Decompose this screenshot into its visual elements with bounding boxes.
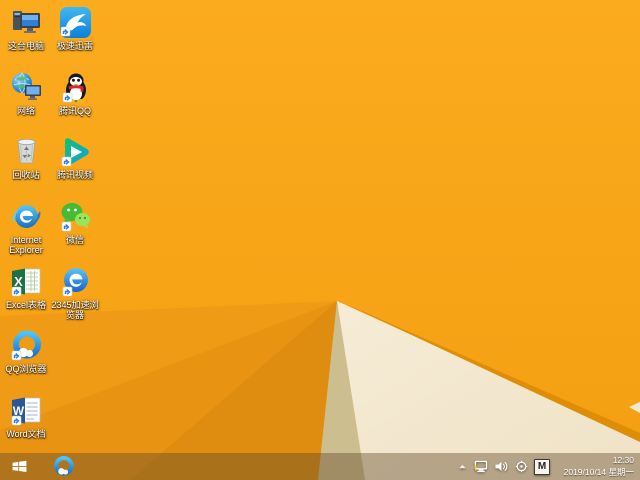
word-icon: W: [10, 394, 43, 427]
desktop-icon-area: 这台电脑 极速迅雷 网络 腾讯QQ 回收站 腾讯视频 Internet Expl…: [0, 0, 640, 453]
qq-browser-taskbar-icon: [53, 456, 74, 476]
tray-network-icon[interactable]: [473, 460, 488, 473]
crosshair-icon: [515, 460, 528, 473]
icon-label: 回收站: [12, 170, 40, 180]
this-pc-icon: [10, 6, 43, 39]
excel-icon: X: [10, 265, 43, 298]
show-hidden-icons-button[interactable]: [458, 463, 467, 470]
recycle-bin-icon: [10, 135, 43, 168]
desktop-icon-recycle-bin[interactable]: 回收站: [2, 135, 50, 197]
tray-crosshair-app-icon[interactable]: [515, 460, 528, 473]
desktop-icon-xunlei-speed[interactable]: 极速迅雷: [51, 6, 99, 68]
chevron-up-icon: [459, 464, 466, 469]
ime-letter: M: [537, 461, 547, 472]
icon-label: 这台电脑: [7, 41, 44, 51]
taskbar-pinned-qq-browser[interactable]: [48, 453, 78, 480]
taskbar: M 12:30 2019/10/14 星期一: [0, 453, 640, 480]
icon-label: 极速迅雷: [56, 41, 93, 51]
desktop-icon-tencent-qq[interactable]: 腾讯QQ: [51, 71, 99, 133]
start-button[interactable]: [0, 453, 38, 480]
icon-label: Word文档: [6, 429, 46, 439]
network-icon: [10, 71, 43, 104]
desktop-icon-this-pc[interactable]: 这台电脑: [2, 6, 50, 68]
system-tray: M 12:30 2019/10/14 星期一: [458, 453, 638, 480]
clock-date: 2019/10/14 星期一: [563, 466, 634, 477]
icon-label: Internet Explorer: [9, 235, 43, 256]
tencent-video-icon: [59, 135, 92, 168]
windows-logo-icon: [12, 460, 26, 473]
speaker-icon: [495, 461, 508, 472]
icon-label: 2345加速浏览器: [51, 300, 99, 321]
icon-label: 腾讯视频: [56, 170, 93, 180]
qq-browser-icon: [10, 329, 43, 362]
desktop-icon-network[interactable]: 网络: [2, 71, 50, 133]
icon-label: 腾讯QQ: [58, 106, 91, 116]
desktop-icon-internet-explorer[interactable]: Internet Explorer: [2, 200, 50, 262]
xunlei-icon: [59, 6, 92, 39]
internet-explorer-icon: [10, 200, 43, 233]
icon-label: Excel表格: [5, 300, 46, 310]
ime-indicator[interactable]: M: [534, 458, 550, 475]
icon-label: 微信: [65, 235, 84, 245]
icon-label: 网络: [16, 106, 35, 116]
icon-label: QQ浏览器: [5, 364, 47, 374]
taskbar-clock[interactable]: 12:30 2019/10/14 星期一: [556, 455, 638, 477]
desktop-icon-tencent-video[interactable]: 腾讯视频: [51, 135, 99, 197]
clock-time: 12:30: [612, 455, 634, 466]
qq-penguin-icon: [59, 71, 92, 104]
desktop-icon-excel[interactable]: X Excel表格: [2, 265, 50, 327]
desktop-icon-word[interactable]: W Word文档: [2, 394, 50, 456]
wechat-icon: [59, 200, 92, 233]
desktop-icon-2345-browser[interactable]: 2345加速浏览器: [51, 265, 99, 327]
desktop-icon-qq-browser[interactable]: QQ浏览器: [2, 329, 50, 391]
tray-volume-icon[interactable]: [494, 460, 509, 473]
2345-browser-icon: [59, 265, 92, 298]
desktop-icon-wechat[interactable]: 微信: [51, 200, 99, 262]
